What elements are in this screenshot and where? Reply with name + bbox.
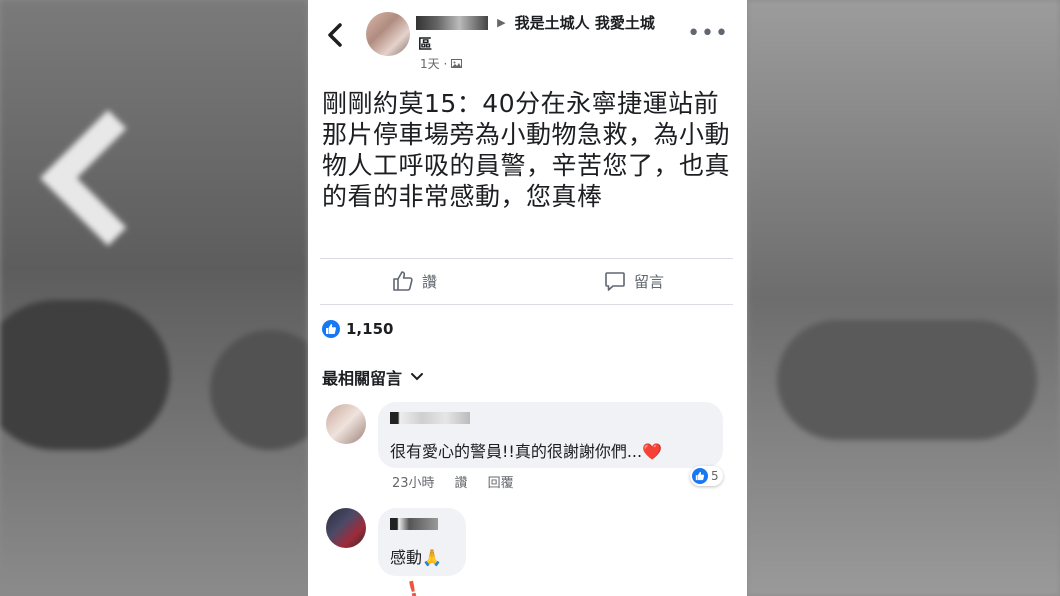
author-name-redacted[interactable] [416,15,488,30]
chevron-left-icon [328,23,342,47]
blurred-shape [0,300,170,450]
more-options-button[interactable]: ••• [687,21,729,46]
post-body-text: 剛剛約莫15：40分在永寧捷運站前那片停車場旁為小動物急救，為小動物人工呼吸的員… [322,89,731,211]
more-dots-icon: ••• [687,21,729,46]
group-name[interactable]: 我是土城人 我愛土城 [515,14,655,32]
group-name-continued[interactable]: 區 [418,34,432,54]
commenter-avatar[interactable] [326,508,366,548]
comment-bubble: 很有愛心的警員!!真的很謝謝你們...❤️ [378,402,723,468]
comment-meta: 23小時 讚 回覆 [392,472,514,491]
like-reaction-icon [322,320,340,338]
comment-bubble-icon [605,272,625,291]
comment-time[interactable]: 23小時 [392,472,435,491]
blurred-background-right [747,0,1060,596]
blurred-shape [777,320,1037,440]
commenter-name-redacted[interactable] [390,518,438,530]
like-button[interactable]: 讚 [392,270,437,292]
comment-reactions[interactable]: 5 [690,466,723,486]
blurred-chevron-shape [40,110,176,246]
post-header: ▶ 我是土城人 我愛土城 區 1天 · ••• [308,0,747,80]
partial-sticker: ! [405,577,421,596]
comment-text: 很有愛心的警員!!真的很謝謝你們...❤️ [390,442,663,461]
reaction-count: 1,150 [346,320,394,338]
sort-label: 最相關留言 [322,369,403,388]
chevron-down-icon [411,373,424,381]
comment-reaction-count: 5 [711,469,719,483]
commenter-avatar[interactable] [326,404,366,444]
comment-sort-dropdown[interactable]: 最相關留言 [322,365,424,389]
comment-text: 感動🙏 [390,548,442,567]
divider [320,304,733,305]
post-meta: 1天 · [420,55,463,72]
comment-reply-button[interactable]: 回覆 [488,472,514,491]
back-button[interactable] [326,22,344,48]
comment-label: 留言 [634,272,665,291]
like-reaction-icon [692,468,708,484]
author-line: ▶ 我是土城人 我愛土城 [416,12,696,33]
heart-emoji: ❤️ [642,442,663,461]
blurred-background-left [0,0,308,596]
comment-like-button[interactable]: 讚 [455,472,468,491]
divider [320,258,733,259]
commenter-name-redacted[interactable] [390,412,470,424]
post-time[interactable]: 1天 · [420,57,447,71]
thumbs-up-icon [393,271,413,291]
comment-bubble: 感動🙏 [378,508,466,576]
comment-button[interactable]: 留言 [604,270,664,292]
author-avatar[interactable] [366,12,410,56]
reactions-summary[interactable]: 1,150 [322,320,393,338]
group-privacy-icon [451,57,463,71]
blurred-shape [210,330,308,450]
post-actions: 讚 留言 [320,260,733,304]
arrow-right-icon: ▶ [497,16,506,29]
facebook-post-screen: ▶ 我是土城人 我愛土城 區 1天 · ••• 剛剛約莫15：40分在永寧捷運站… [308,0,747,596]
like-label: 讚 [422,272,438,291]
